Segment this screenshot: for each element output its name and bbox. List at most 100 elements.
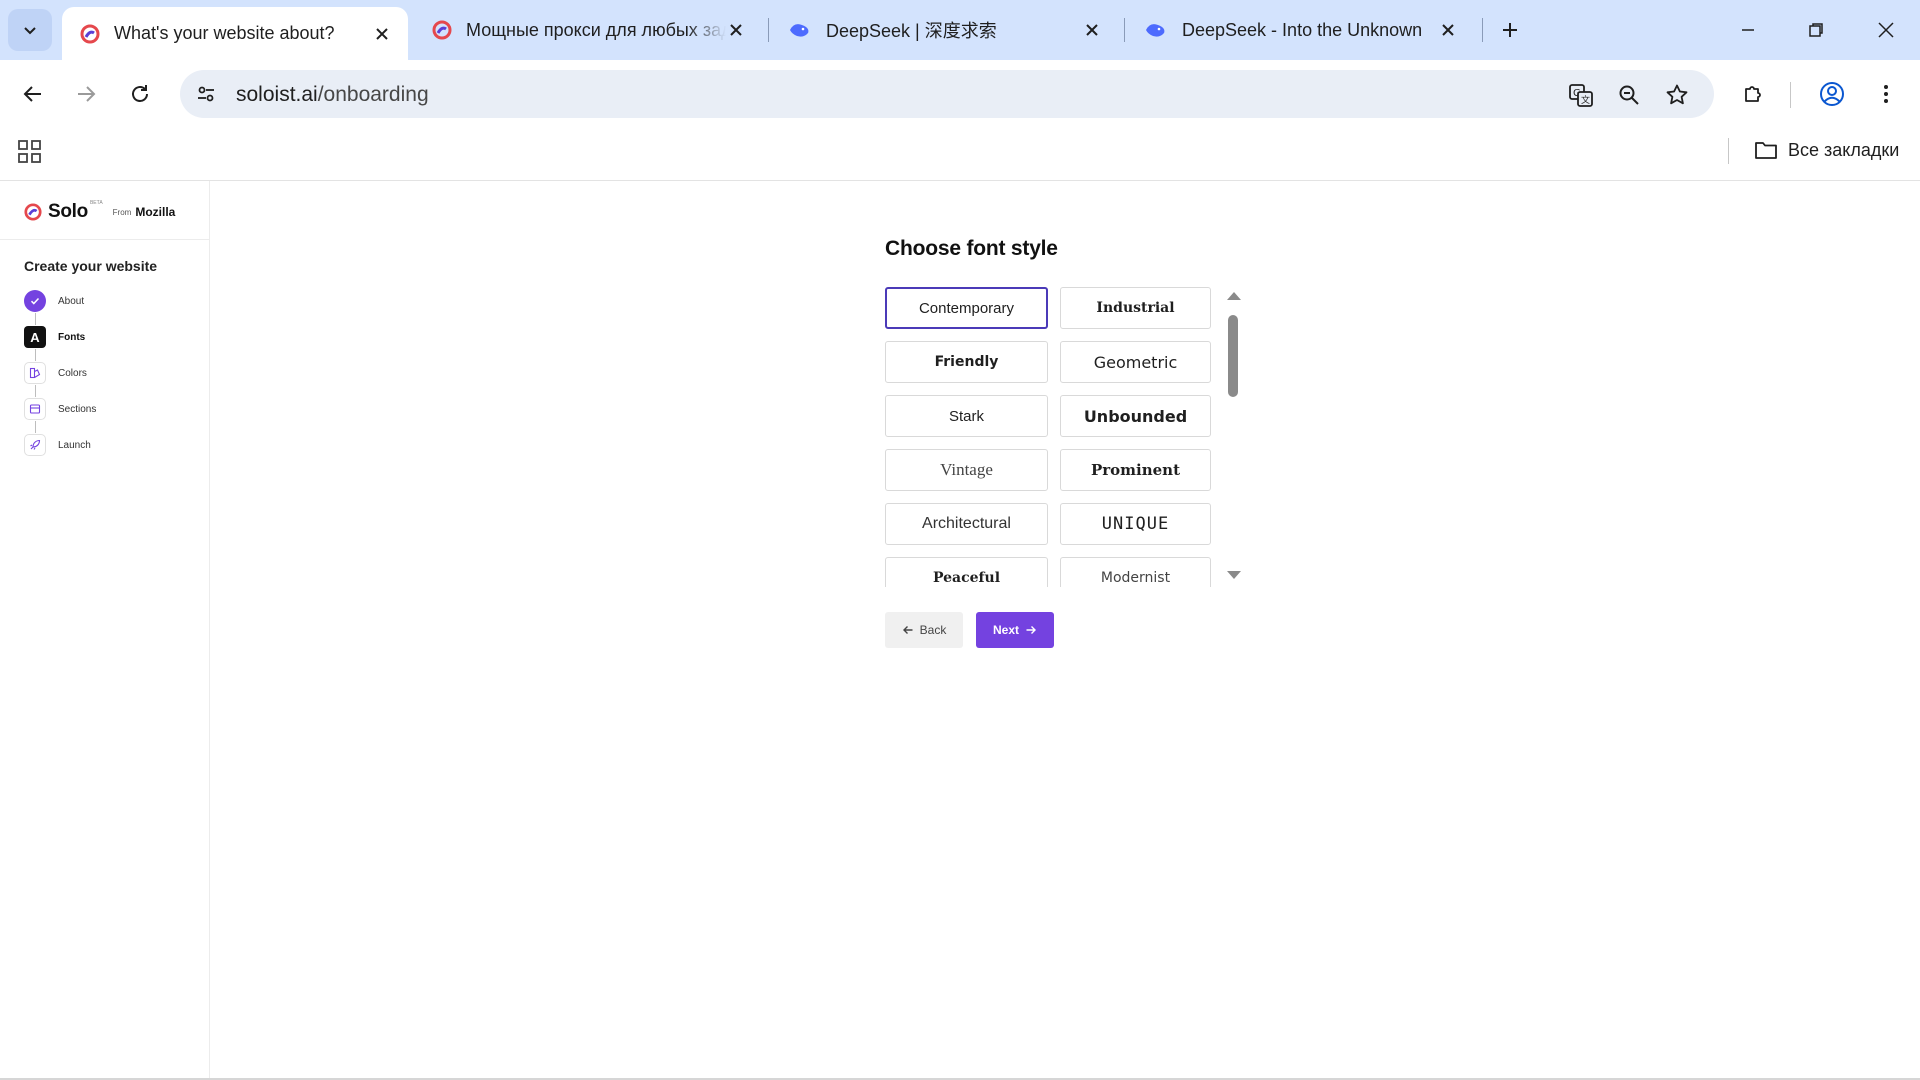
new-tab-button[interactable]: [1494, 14, 1526, 46]
back-nav-button[interactable]: [13, 74, 53, 114]
font-option-geometric[interactable]: Geometric: [1060, 341, 1211, 383]
reload-icon: [132, 85, 148, 102]
all-bookmarks-button[interactable]: Все закладки: [1754, 139, 1899, 161]
sidebar-heading: Create your website: [24, 258, 158, 274]
solo-logo[interactable]: Solo BETA From Mozilla: [24, 199, 175, 225]
tab-title: DeepSeek - Into the Unknown: [1182, 19, 1423, 40]
font-option-contemporary[interactable]: Contemporary: [885, 287, 1048, 329]
beta-badge: BETA: [89, 200, 103, 206]
solo-logo-icon: [24, 203, 42, 221]
page-title: Choose font style: [885, 237, 1058, 260]
font-option-modernist[interactable]: Modernist: [1060, 557, 1211, 587]
tab-onboarding[interactable]: What's your website about?: [62, 7, 408, 60]
restore-button[interactable]: [1798, 12, 1834, 48]
kebab-menu-icon: [1884, 85, 1888, 103]
extensions-button[interactable]: [1736, 76, 1772, 112]
tab-proxy[interactable]: Мощные прокси для любых задач: [414, 7, 762, 53]
font-option-peaceful[interactable]: Peaceful: [885, 557, 1048, 587]
step-connector: [34, 385, 36, 397]
back-button[interactable]: Back: [885, 612, 963, 648]
profile-icon: [1820, 82, 1844, 106]
font-option-unique[interactable]: UNIQUE: [1060, 503, 1211, 545]
arrow-left-icon: [23, 86, 41, 102]
profile-button[interactable]: [1814, 76, 1850, 112]
next-button[interactable]: Next: [976, 612, 1054, 648]
step-sections[interactable]: Sections: [24, 397, 96, 421]
chevron-down-icon: [24, 27, 36, 35]
plus-icon: [1503, 23, 1517, 37]
font-letter-icon: A: [24, 326, 46, 348]
url-text: soloist.ai/onboarding: [236, 83, 429, 107]
translate-icon[interactable]: G文: [1566, 80, 1596, 110]
arrow-left-icon: [902, 626, 913, 634]
zoom-icon[interactable]: [1614, 80, 1644, 110]
font-option-architectural[interactable]: Architectural: [885, 503, 1048, 545]
solo-favicon-icon: [80, 24, 100, 43]
tab-search-button[interactable]: [8, 9, 52, 51]
font-option-vintage[interactable]: Vintage: [885, 449, 1048, 491]
svg-text:文: 文: [1581, 94, 1590, 106]
url-path: /onboarding: [317, 83, 429, 106]
step-fonts[interactable]: A Fonts: [24, 325, 85, 349]
tab-title: Мощные прокси для любых задач: [466, 19, 726, 40]
apps-grid-icon[interactable]: [16, 138, 44, 166]
step-colors[interactable]: Colors: [24, 361, 87, 385]
tab-close-icon[interactable]: [372, 24, 392, 44]
back-label: Back: [919, 623, 947, 637]
reload-button[interactable]: [120, 74, 160, 114]
close-icon: [1878, 22, 1894, 38]
step-launch[interactable]: Launch: [24, 433, 91, 457]
site-info-icon[interactable]: [194, 82, 218, 106]
step-label: Fonts: [58, 331, 86, 343]
tab-separator: [1482, 18, 1483, 42]
step-label: About: [58, 295, 85, 307]
page-content: Solo BETA From Mozilla Create your websi…: [0, 181, 1920, 1080]
font-style-grid: Contemporary Industrial Friendly Geometr…: [885, 287, 1247, 587]
logo-from: From: [112, 207, 132, 217]
tab-close-icon[interactable]: [1082, 20, 1102, 40]
step-label: Colors: [58, 367, 87, 379]
deepseek-whale-icon: [1146, 24, 1165, 37]
browser-toolbar: soloist.ai/onboarding G文: [0, 60, 1920, 128]
tab-close-icon[interactable]: [726, 20, 746, 40]
sidebar-divider: [0, 239, 210, 240]
forward-nav-button[interactable]: [66, 74, 106, 114]
minimize-icon: [1742, 29, 1754, 31]
solo-favicon-icon: [432, 20, 452, 40]
logo-mozilla: Mozilla: [135, 205, 176, 219]
deepseek-whale-icon: [790, 24, 809, 37]
tab-deepseek-cn[interactable]: DeepSeek | 深度求索: [770, 7, 1118, 53]
font-option-stark[interactable]: Stark: [885, 395, 1048, 437]
tab-title: What's your website about?: [114, 23, 335, 43]
tab-close-icon[interactable]: [1438, 20, 1458, 40]
font-option-prominent[interactable]: Prominent: [1060, 449, 1211, 491]
tab-separator: [1124, 18, 1125, 42]
tab-strip: What's your website about? Мощные прокси…: [0, 0, 1920, 60]
step-connector: [34, 349, 36, 361]
address-bar[interactable]: soloist.ai/onboarding G文: [180, 70, 1714, 118]
menu-button[interactable]: [1868, 76, 1904, 112]
layout-icon: [24, 398, 46, 420]
scroll-down-arrow-icon[interactable]: [1227, 571, 1241, 579]
font-option-industrial[interactable]: Industrial: [1060, 287, 1211, 329]
scroll-up-arrow-icon[interactable]: [1227, 292, 1241, 300]
minimize-button[interactable]: [1730, 12, 1766, 48]
puzzle-icon: [1745, 86, 1761, 102]
font-option-friendly[interactable]: Friendly: [885, 341, 1048, 383]
step-label: Sections: [58, 403, 97, 415]
arrow-right-icon: [1026, 626, 1036, 634]
check-icon: [24, 290, 46, 312]
close-window-button[interactable]: [1868, 12, 1904, 48]
star-bookmark-icon[interactable]: [1662, 80, 1692, 110]
tab-deepseek-en[interactable]: DeepSeek - Into the Unknown: [1126, 7, 1474, 53]
url-host: soloist.ai: [236, 83, 318, 106]
sidebar: Solo BETA From Mozilla Create your websi…: [0, 181, 210, 1080]
restore-icon: [1809, 23, 1823, 37]
folder-icon: [1755, 142, 1777, 159]
scrollbar-thumb[interactable]: [1228, 315, 1238, 397]
step-about[interactable]: About: [24, 289, 84, 313]
tab-title: DeepSeek | 深度求索: [826, 21, 997, 41]
toolbar-separator: [1790, 82, 1791, 108]
font-option-unbounded[interactable]: Unbounded: [1060, 395, 1211, 437]
next-label: Next: [992, 623, 1019, 637]
